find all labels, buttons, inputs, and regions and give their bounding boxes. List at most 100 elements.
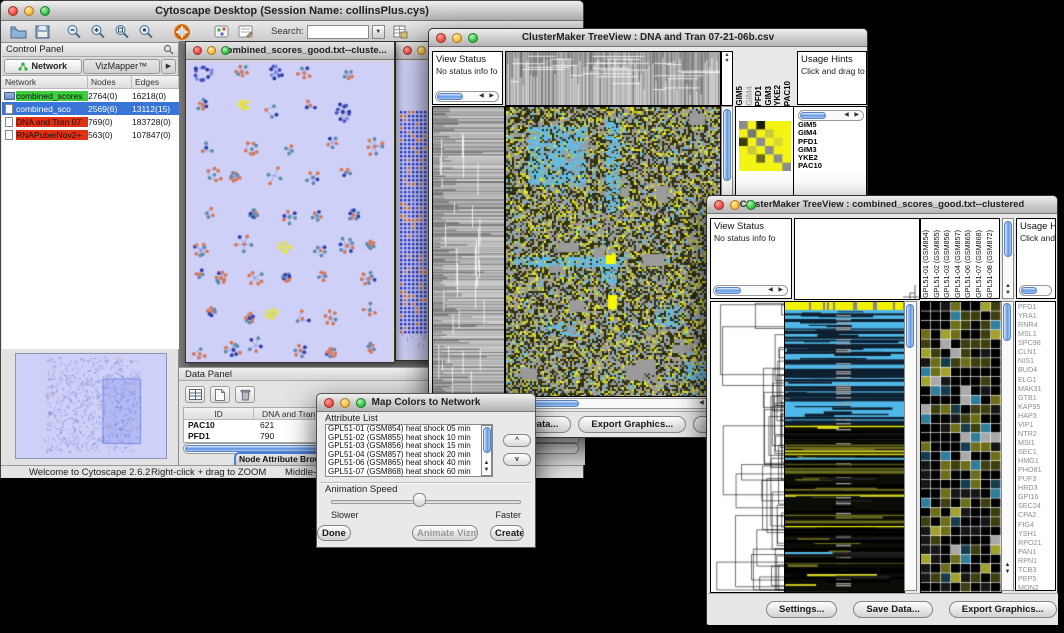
col-id[interactable]: ID (184, 408, 254, 419)
gene-label[interactable]: SEC1 (1016, 447, 1055, 456)
zoom-button[interactable] (356, 398, 366, 408)
gene-label[interactable]: VIP1 (1016, 420, 1055, 429)
dialog-button[interactable]: Create Vizmap (490, 525, 524, 541)
zoom-fit-icon[interactable] (113, 23, 131, 40)
animation-speed-slider[interactable] (331, 500, 521, 504)
tree-zoom-spinner[interactable]: ▲▼ (721, 51, 733, 106)
network-canvas-1[interactable] (188, 62, 392, 362)
gene-label[interactable]: YRA1 (1016, 311, 1055, 320)
close-button[interactable] (436, 33, 446, 43)
col-network[interactable]: Network (2, 76, 88, 88)
gene-label[interactable]: MSL1 (1016, 329, 1055, 338)
scroll-arrows-icon[interactable]: ▲▼ (482, 460, 491, 474)
gene-label[interactable]: HAP3 (1016, 411, 1055, 420)
open-vizmapper-icon[interactable] (237, 23, 255, 40)
dialog-button[interactable]: Done (317, 525, 351, 541)
column-dendrogram-canvas[interactable] (794, 218, 920, 300)
gene-label[interactable]: ELG1 (1016, 375, 1055, 384)
network-view-1-titlebar[interactable]: combined_scores_good.txt--cluste... (186, 42, 394, 60)
search-input[interactable] (307, 25, 369, 39)
minimize-button[interactable] (340, 398, 350, 408)
treeview-button[interactable]: Save Data... (853, 601, 932, 618)
close-button[interactable] (403, 46, 412, 55)
experiment-column-label[interactable]: GPL51-02 (GSM855) (932, 230, 943, 298)
treeview-button[interactable]: Settings... (766, 601, 837, 618)
heatmap-canvas[interactable] (505, 106, 721, 397)
scroll-arrows-icon[interactable]: ▲▼ (1003, 283, 1013, 297)
open-folder-icon[interactable] (9, 23, 27, 40)
zoom-in-icon[interactable] (89, 23, 107, 40)
gene-label[interactable]: GTB1 (1016, 393, 1055, 402)
zoom-selected-icon[interactable] (137, 23, 155, 40)
gene-label[interactable]: MSI1 (1016, 438, 1055, 447)
minimize-button[interactable] (207, 46, 216, 55)
scroll-arrows-icon[interactable]: ▲▼ (1002, 562, 1013, 576)
gene-label[interactable]: CLN1 (1016, 347, 1055, 356)
slider-thumb[interactable] (413, 493, 426, 507)
new-attribute-icon[interactable] (210, 386, 230, 403)
gene-label[interactable]: CPA2 (1016, 510, 1055, 519)
zoomed-heatmap-canvas[interactable] (920, 301, 1002, 593)
import-network-icon[interactable] (213, 23, 231, 40)
network-view-window-1[interactable]: combined_scores_good.txt--cluste... (185, 41, 395, 363)
minimize-button[interactable] (730, 200, 740, 210)
close-button[interactable] (8, 6, 18, 16)
zoom-button[interactable] (221, 46, 230, 55)
gene-label[interactable]: MON2 (1016, 583, 1055, 591)
tab-overflow-arrow[interactable]: ▶ (161, 59, 176, 74)
gene-label[interactable]: RPN1 (1016, 556, 1055, 565)
close-button[interactable] (714, 200, 724, 210)
gene-label[interactable]: HRD3 (1016, 483, 1055, 492)
gene-label[interactable]: FIG4 (1016, 520, 1055, 529)
col-edges[interactable]: Edges (132, 76, 179, 88)
gene-label[interactable]: PUF3 (1016, 474, 1055, 483)
experiment-column-label[interactable]: GPL51-06 (GSM865) (963, 230, 974, 298)
usage-hints-scrollbar[interactable] (1019, 285, 1052, 296)
dialog-button[interactable]: Animate Vizmap (412, 525, 478, 541)
experiment-column-label[interactable]: GPL51-07 (GSM868) (974, 230, 985, 298)
gene-label[interactable]: SPC98 (1016, 338, 1055, 347)
move-down-button[interactable]: v (503, 453, 531, 466)
attribute-list-scrollbar[interactable]: ▲▼ (481, 425, 492, 476)
label-vscrollbar[interactable]: ▲▼ (1002, 218, 1014, 299)
help-ring-icon[interactable] (173, 23, 191, 40)
network-row[interactable]: combined_scores 2764(0) 16218(0) (2, 89, 179, 102)
column-dendrogram-canvas[interactable] (505, 51, 721, 106)
network-row[interactable]: combined_sco 2569(6) 13112(15) (2, 102, 179, 115)
gene-label[interactable]: PFD1 (1016, 302, 1055, 311)
zoom-out-icon[interactable] (65, 23, 83, 40)
gene-label[interactable]: GPI16 (1016, 492, 1055, 501)
row-dendrogram-canvas[interactable] (432, 106, 505, 397)
gene-label[interactable]: NIS1 (1016, 356, 1055, 365)
minimize-button[interactable] (452, 33, 462, 43)
gene-label[interactable]: MAK31 (1016, 384, 1055, 393)
gene-label[interactable]: SEC24 (1016, 501, 1055, 510)
gene-label[interactable]: PAN1 (1016, 547, 1055, 556)
col-nodes[interactable]: Nodes (88, 76, 132, 88)
array-column-label[interactable]: GIM4 (745, 86, 755, 106)
array-column-label[interactable]: GIM3 (764, 86, 774, 106)
treeview1-titlebar[interactable]: ClusterMaker TreeView : DNA and Tran 07-… (429, 29, 867, 47)
close-button[interactable] (324, 398, 334, 408)
treeview2-titlebar[interactable]: ClusterMaker TreeView : combined_scores_… (707, 196, 1057, 214)
panel-float-icon[interactable] (163, 44, 174, 58)
zoom-button[interactable] (40, 6, 50, 16)
zoom-button[interactable] (746, 200, 756, 210)
view-status-scrollbar[interactable]: ◀ ▶ (713, 285, 788, 296)
gene-label[interactable]: PEP5 (1016, 574, 1055, 583)
tab-network[interactable]: Network (4, 59, 82, 74)
minimize-button[interactable] (417, 46, 426, 55)
gene-label[interactable]: TCB3 (1016, 565, 1055, 574)
gene-label[interactable]: PAC10 (798, 162, 822, 170)
array-column-label[interactable]: PAC10 (783, 81, 793, 106)
heatmap-hscrollbar[interactable]: ◀ ▶ (505, 398, 719, 409)
gene-label[interactable]: KAP95 (1016, 402, 1055, 411)
gene-label[interactable]: RNR4 (1016, 320, 1055, 329)
save-icon[interactable] (33, 23, 51, 40)
scroll-arrows-icon[interactable]: ◀ ▶ (479, 92, 496, 101)
zoom-vscrollbar[interactable]: ▲▼ (1001, 301, 1014, 591)
gene-label[interactable]: BUD4 (1016, 365, 1055, 374)
zoom-button[interactable] (468, 33, 478, 43)
delete-attribute-icon[interactable] (235, 386, 255, 403)
treeview-button[interactable]: Export Graphics... (578, 416, 686, 433)
